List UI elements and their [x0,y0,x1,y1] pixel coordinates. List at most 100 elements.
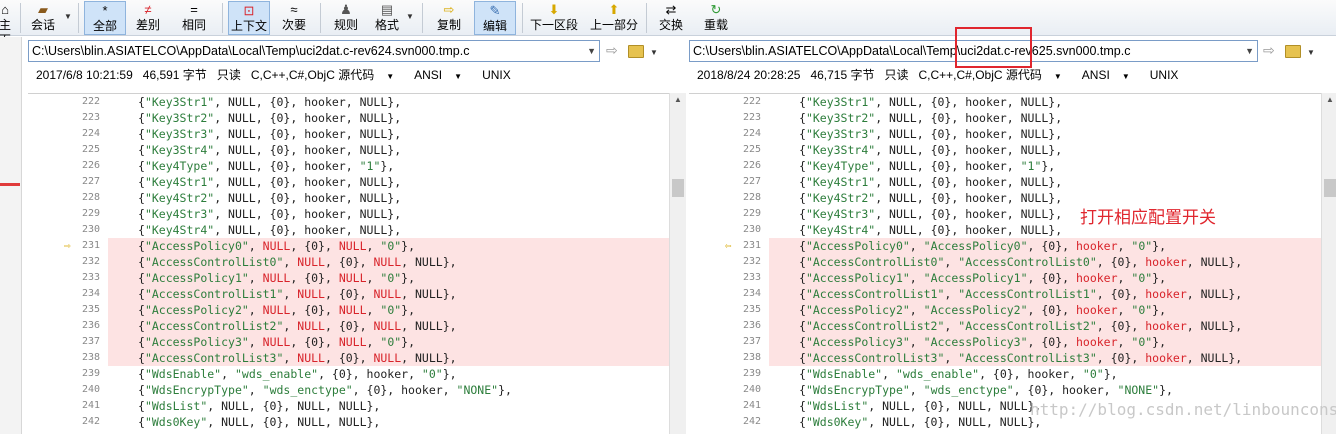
code-line[interactable]: 223 {"Key3Str2", NULL, {0}, hooker, NULL}… [28,110,669,126]
code-text: {"Key3Str1", NULL, {0}, hooker, NULL}, [108,94,669,110]
chevron-down-icon[interactable]: ▼ [587,41,596,61]
rules-button[interactable]: ♟ 规则 [326,1,366,35]
right-eol[interactable]: UNIX [1150,68,1179,82]
code-line[interactable]: 234 {"AccessControlList1", "AccessControl… [689,286,1321,302]
string-token: "WdsEnable" [144,367,222,381]
left-path-input[interactable]: C:\Users\blin.ASIATELCO\AppData\Local\Te… [28,40,600,62]
code-line[interactable]: 234 {"AccessControlList1", NULL, {0}, NUL… [28,286,669,302]
context-button[interactable]: ⊡ 上下文 [228,1,270,35]
code-line[interactable]: 232 {"AccessControlList0", NULL, {0}, NUL… [28,254,669,270]
code-line[interactable]: 242 {"Wds0Key", NULL, {0}, NULL, NULL}, [28,414,669,430]
toolbar-separator [78,3,79,33]
code-line[interactable]: 226 {"Key4Type", NULL, {0}, hooker, "1"}, [689,158,1321,174]
chevron-down-icon[interactable]: ▼ [650,48,658,57]
right-encoding[interactable]: ANSI ▼ [1082,68,1140,82]
diff-button[interactable]: ≠ 差别 [128,1,168,35]
code-line[interactable]: 233 {"AccessPolicy1", NULL, {0}, NULL, "0… [28,270,669,286]
folder-icon[interactable] [1285,45,1301,58]
format-dropdown-icon[interactable]: ▼ [406,12,414,21]
code-token: }, [1103,367,1118,381]
line-number: 230 [742,224,761,235]
overview-gutter[interactable] [0,37,22,434]
code-line[interactable]: 227 {"Key4Str1", NULL, {0}, hooker, NULL}… [28,174,669,190]
reload-button[interactable]: ↻ 重载 [696,1,736,35]
code-line[interactable]: 237 {"AccessPolicy3", NULL, {0}, NULL, "0… [28,334,669,350]
code-token: , {0}, [324,351,374,365]
code-line[interactable]: 224 {"Key3Str3", NULL, {0}, hooker, NULL}… [28,126,669,142]
code-line[interactable]: 230 {"Key4Str4", NULL, {0}, hooker, NULL}… [28,222,669,238]
changed-token: NULL [373,351,402,365]
left-encoding[interactable]: ANSI ▼ [414,68,472,82]
code-line[interactable]: 224 {"Key3Str3", NULL, {0}, hooker, NULL}… [689,126,1321,142]
copy-button[interactable]: ⇨ 复制 [428,1,470,35]
code-line[interactable]: 228 {"Key4Str2", NULL, {0}, hooker, NULL}… [689,190,1321,206]
right-code-view[interactable]: 222 {"Key3Str1", NULL, {0}, hooker, NULL}… [689,93,1321,434]
scroll-up-icon[interactable]: ▲ [674,95,682,104]
code-line[interactable]: 229 {"Key4Str3", NULL, {0}, hooker, NULL}… [689,206,1321,222]
prev-section-button[interactable]: ⬆ 上一部分 [588,1,640,35]
code-line[interactable]: 222 {"Key3Str1", NULL, {0}, hooker, NULL}… [28,94,669,110]
right-scroll-thumb[interactable] [1324,179,1336,197]
right-language[interactable]: C,C++,C#,ObjC 源代码 ▼ [919,68,1072,82]
session-dropdown-icon[interactable]: ▼ [64,12,72,21]
code-line[interactable]: 232 {"AccessControlList0", "AccessControl… [689,254,1321,270]
minor-button[interactable]: ≈ 次要 [274,1,314,35]
right-scrollbar[interactable]: ▲ [1321,93,1336,434]
code-token: { [799,143,806,157]
code-line[interactable]: 239 {"WdsEnable", "wds_enable", {0}, hook… [689,366,1321,382]
left-language[interactable]: C,C++,C#,ObjC 源代码 ▼ [251,68,404,82]
code-token: }, [1152,335,1167,349]
code-line[interactable]: 238 {"AccessControlList3", "AccessControl… [689,350,1321,366]
arrow-left-icon[interactable]: ⇦ [725,240,737,251]
code-text: {"Key4Str4", NULL, {0}, hooker, NULL}, [108,222,669,238]
browse-arrow-icon[interactable]: ⇨ [1263,42,1275,59]
code-line[interactable]: 239 {"WdsEnable", "wds_enable", {0}, hook… [28,366,669,382]
code-line[interactable]: 229 {"Key4Str3", NULL, {0}, hooker, NULL}… [28,206,669,222]
format-button[interactable]: ▤ 格式 [370,1,404,35]
same-button[interactable]: = 相同 [174,1,214,35]
code-line[interactable]: 238 {"AccessControlList3", NULL, {0}, NUL… [28,350,669,366]
browse-arrow-icon[interactable]: ⇨ [606,42,618,59]
chevron-down-icon[interactable]: ▼ [1307,48,1315,57]
code-line[interactable]: 231 ⇦ {"AccessPolicy0", "AccessPolicy0", {… [689,238,1321,254]
string-token: "WdsEnable" [805,367,883,381]
left-eol[interactable]: UNIX [482,68,511,82]
home-button[interactable]: ⌂主页 [0,1,16,47]
code-line[interactable]: 230 {"Key4Str4", NULL, {0}, hooker, NULL}… [689,222,1321,238]
session-button[interactable]: ▰ 会话 [26,1,60,35]
code-line[interactable]: 225 {"Key3Str4", NULL, {0}, hooker, NULL}… [28,142,669,158]
code-line[interactable]: 222 {"Key3Str1", NULL, {0}, hooker, NULL}… [689,94,1321,110]
chevron-down-icon[interactable]: ▼ [1245,41,1254,61]
all-button[interactable]: * 全部 [84,1,126,35]
code-token: , [909,335,924,349]
left-code-view[interactable]: 222 {"Key3Str1", NULL, {0}, hooker, NULL}… [28,93,669,434]
string-token: "0" [380,271,402,285]
scroll-up-icon[interactable]: ▲ [1326,95,1334,104]
code-line[interactable]: 225 {"Key3Str4", NULL, {0}, hooker, NULL}… [689,142,1321,158]
swap-button[interactable]: ⇄ 交换 [652,1,690,35]
code-line[interactable]: 237 {"AccessPolicy3", "AccessPolicy3", {0… [689,334,1321,350]
code-line[interactable]: 241 {"WdsList", NULL, {0}, NULL, NULL}, [28,398,669,414]
left-scroll-thumb[interactable] [672,179,684,197]
arrow-right-icon[interactable]: ⇨ [64,240,76,251]
code-line[interactable]: 226 {"Key4Type", NULL, {0}, hooker, "1"}, [28,158,669,174]
code-line[interactable]: 228 {"Key4Str2", NULL, {0}, hooker, NULL}… [28,190,669,206]
code-token: , [366,239,381,253]
code-text: {"AccessPolicy0", NULL, {0}, NULL, "0"}, [108,238,669,254]
code-line[interactable]: 235 {"AccessPolicy2", "AccessPolicy2", {0… [689,302,1321,318]
code-line[interactable]: 227 {"Key4Str1", NULL, {0}, hooker, NULL}… [689,174,1321,190]
code-line[interactable]: 240 {"WdsEncrypType", "wds_enctype", {0},… [689,382,1321,398]
code-line[interactable]: 235 {"AccessPolicy2", NULL, {0}, NULL, "0… [28,302,669,318]
code-line[interactable]: 236 {"AccessControlList2", NULL, {0}, NUL… [28,318,669,334]
code-token: , [909,383,924,397]
changed-token: hooker [1145,287,1187,301]
code-line[interactable]: 240 {"WdsEncrypType", "wds_enctype", {0},… [28,382,669,398]
code-line[interactable]: 231 ⇨ {"AccessPolicy0", NULL, {0}, NULL, "… [28,238,669,254]
code-line[interactable]: 233 {"AccessPolicy1", "AccessPolicy1", {0… [689,270,1321,286]
code-line[interactable]: 236 {"AccessControlList2", "AccessControl… [689,318,1321,334]
left-scrollbar[interactable]: ▲ [669,93,686,434]
code-line[interactable]: 223 {"Key3Str2", NULL, {0}, hooker, NULL}… [689,110,1321,126]
edit-button[interactable]: ✎ 编辑 [474,1,516,35]
next-section-button[interactable]: ⬇ 下一区段 [526,1,582,35]
folder-icon[interactable] [628,45,644,58]
